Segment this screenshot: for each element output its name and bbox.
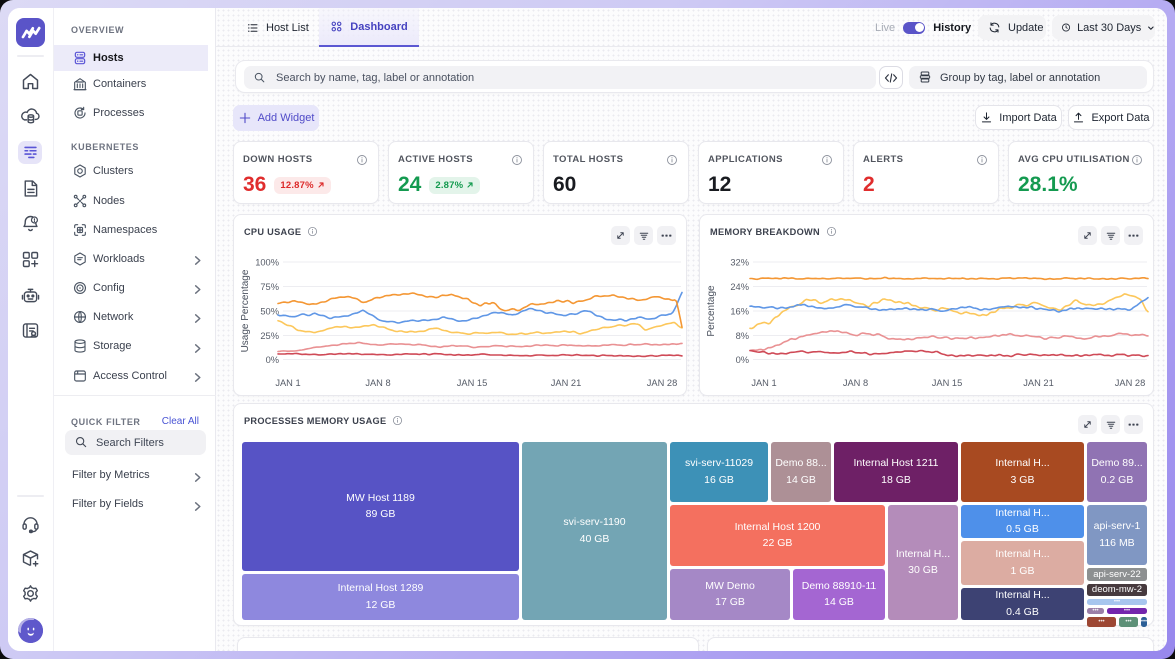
svg-text:50%: 50%	[260, 307, 279, 317]
svg-text:0%: 0%	[736, 355, 749, 365]
svg-text:JAN 28: JAN 28	[1115, 378, 1146, 388]
svg-text:JAN 28: JAN 28	[647, 378, 678, 388]
svg-text:JAN 8: JAN 8	[843, 378, 868, 388]
svg-text:JAN 21: JAN 21	[551, 378, 582, 388]
svg-text:Usage Percentage: Usage Percentage	[240, 269, 251, 352]
svg-text:JAN 8: JAN 8	[365, 378, 390, 388]
svg-text:100%: 100%	[255, 258, 279, 268]
svg-text:25%: 25%	[260, 331, 279, 341]
svg-text:16%: 16%	[730, 307, 749, 317]
svg-text:JAN 1: JAN 1	[751, 378, 776, 388]
svg-text:32%: 32%	[730, 258, 749, 268]
svg-text:0%: 0%	[266, 355, 279, 365]
svg-text:Percentage: Percentage	[706, 285, 717, 337]
svg-text:8%: 8%	[736, 331, 749, 341]
svg-text:24%: 24%	[730, 282, 749, 292]
svg-text:JAN 1: JAN 1	[275, 378, 300, 388]
svg-text:75%: 75%	[260, 282, 279, 292]
svg-text:JAN 21: JAN 21	[1023, 378, 1054, 388]
svg-text:JAN 15: JAN 15	[457, 378, 488, 388]
svg-text:JAN 15: JAN 15	[932, 378, 963, 388]
